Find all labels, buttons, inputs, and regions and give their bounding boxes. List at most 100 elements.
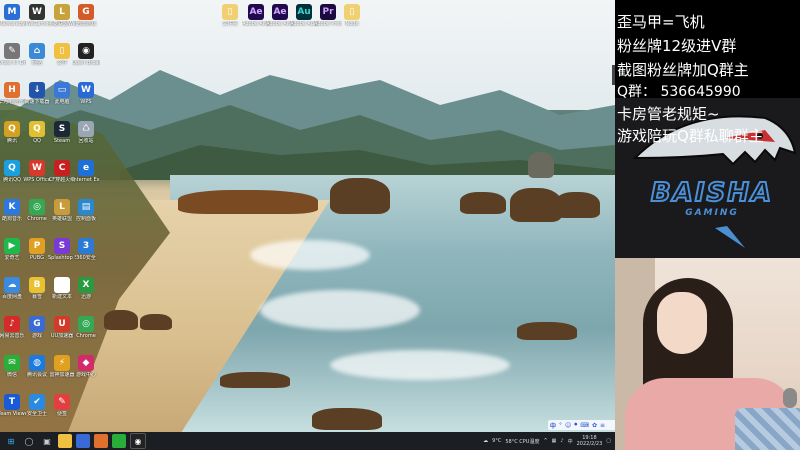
ime-toolbar[interactable]: 中 ° ☺ ⏺ ⌨ ✿ ≡ xyxy=(548,420,615,430)
search-icon[interactable]: ◯ xyxy=(22,434,36,448)
ime-punct-icon[interactable]: ° xyxy=(559,422,562,429)
taskbar-app-icon[interactable] xyxy=(94,434,108,448)
app-icon: ☁ xyxy=(4,277,20,293)
desktop-icon[interactable]: ▯ 文件夹 xyxy=(217,4,243,27)
desktop-icon[interactable]: W WeGame xyxy=(24,4,50,27)
desktop-icon[interactable]: MMalwarebytes xyxy=(0,4,26,27)
file-explorer-icon[interactable] xyxy=(58,434,72,448)
ime-emoji-icon[interactable]: ☺ xyxy=(565,422,571,429)
desktop-icon[interactable]: Q 腾讯QQ xyxy=(0,160,25,183)
desktop-icon[interactable]: P PUBG xyxy=(24,238,50,261)
app-icon: ✎ xyxy=(54,394,70,410)
ime-skin-icon[interactable]: ✿ xyxy=(592,422,597,429)
app-icon: ✔ xyxy=(29,394,45,410)
desktop-icon-label: 游戏 xyxy=(31,333,42,339)
rock xyxy=(104,310,138,330)
app-icon: ✎ xyxy=(4,43,20,59)
desktop-icon-label: 迅游 xyxy=(80,294,91,300)
app-icon: G xyxy=(29,316,45,332)
desktop-icon[interactable]: ✎ 便签 xyxy=(49,394,75,417)
clock-date: 2022/2/23 xyxy=(576,441,603,447)
tray-chevron-icon[interactable]: ^ xyxy=(543,438,547,444)
desktop-icon[interactable]: ▶ 爱奇艺 xyxy=(0,238,25,261)
overlay-line: 卡房管老规矩~ xyxy=(617,105,720,123)
wave-foam xyxy=(260,290,420,330)
logo-subtitle: GAMING xyxy=(685,208,739,218)
app-icon: U xyxy=(54,316,70,332)
desktop-icon-label: 高速下载器 xyxy=(24,99,50,105)
obs-icon[interactable]: ◉ xyxy=(130,433,146,449)
desktop-icon[interactable]: ◉Open Broadcaster xyxy=(72,43,100,66)
desktop-icon[interactable]: H 华为电脑管家 xyxy=(0,82,26,105)
desktop-icon[interactable]: ☁ 百度网盘 xyxy=(0,277,25,300)
desktop-icon[interactable]: W WPS xyxy=(73,82,99,105)
desktop-icon[interactable]: ♪ 网易云音乐 xyxy=(0,316,25,339)
desktop-icon[interactable]: Q QQ xyxy=(24,121,50,144)
network-icon[interactable]: ▦ xyxy=(552,438,557,444)
cpu-temp[interactable]: 58°C CPU温度 xyxy=(505,438,539,445)
desktop-icon-label: 暴雪 xyxy=(31,294,42,300)
app-icon: Pr xyxy=(320,4,336,20)
desktop-icon-label: PUBG xyxy=(30,255,44,261)
rock xyxy=(460,192,506,214)
ime-tray-label[interactable]: 中 xyxy=(568,438,573,445)
desktop-icon[interactable]: ◎ Chrome xyxy=(73,316,99,339)
app-icon: Au xyxy=(296,4,312,20)
notification-icon[interactable]: ▢ xyxy=(606,438,611,444)
app-icon: Ae xyxy=(248,4,264,20)
start-button[interactable]: ⊞ xyxy=(4,434,18,448)
desktop-icon[interactable]: ♺ 回收站 xyxy=(73,121,99,144)
overlay-line: 截图粉丝牌加Q群主 xyxy=(617,61,749,79)
volume-icon[interactable]: ♪ xyxy=(560,438,563,444)
app-icon: ◉ xyxy=(78,43,94,59)
desktop-icon[interactable]: K 酷狗音乐 xyxy=(0,199,25,222)
wave-foam xyxy=(330,350,510,380)
desktop-icon[interactable]: ◍ 腾讯会议 xyxy=(24,355,50,378)
taskbar-app-icon[interactable] xyxy=(112,434,126,448)
desktop-icon-label: WeGame xyxy=(25,21,49,27)
desktop-icon[interactable]: X 迅游 xyxy=(73,277,99,300)
weather-temp[interactable]: 9°C xyxy=(492,438,501,444)
desktop-icon[interactable]: TTeam Viewer xyxy=(0,394,26,417)
desktop-icon[interactable]: eInternet Explorer xyxy=(72,160,100,183)
app-icon: Q xyxy=(4,160,20,176)
desktop-icon[interactable]: W WPS Office xyxy=(23,160,51,183)
desktop-icon[interactable]: ✔ 安全卫士 xyxy=(24,394,50,417)
weather-icon[interactable]: ☁ xyxy=(483,438,488,444)
app-icon: ♺ xyxy=(78,121,94,137)
ime-mode-label[interactable]: 中 xyxy=(550,421,556,430)
desktop-icon-label: 控制面板 xyxy=(75,216,96,222)
desktop-icon-label: Open Broadcaster xyxy=(72,60,100,66)
desktop-icon[interactable]: G 迅雷游戏 xyxy=(73,4,99,27)
desktop-icon-label: Node xyxy=(345,21,359,27)
plaid-cushion xyxy=(735,408,800,450)
taskbar-app-icon[interactable] xyxy=(76,434,90,448)
desktop-icon-label: 文件夹 xyxy=(222,21,238,27)
desktop-icon[interactable]: 3 360安全 xyxy=(73,238,99,261)
desktop-icon[interactable]: ◎ Chrome xyxy=(24,199,50,222)
desktop-icon[interactable]: Q 腾讯 xyxy=(0,121,25,144)
desktop-icon[interactable]: ✎Draw it! Driver xyxy=(0,43,26,66)
team-logo: BAISHA GAMING 卡房管老规矩~ 游戏陪玩Q群私聊群主 xyxy=(615,98,800,258)
app-icon: 3 xyxy=(78,238,94,254)
logo-title: BAISHA xyxy=(650,177,774,209)
task-view-icon[interactable]: ▣ xyxy=(40,434,54,448)
desktop-icon[interactable]: ↓ 高速下载器 xyxy=(24,82,50,105)
desktop-icon-label: 360安全 xyxy=(76,255,96,261)
ime-menu-icon[interactable]: ≡ xyxy=(600,422,605,429)
desktop-icon[interactable]: ✉ 微信 xyxy=(0,355,25,378)
desktop-icon[interactable]: ◆ 游戏中心 xyxy=(73,355,99,378)
clock[interactable]: 19:18 2022/2/23 xyxy=(577,435,603,447)
desktop-icon-label: 回收站 xyxy=(78,138,94,144)
app-icon: G xyxy=(78,4,94,20)
desktop-icon[interactable]: G 游戏 xyxy=(24,316,50,339)
desktop-icon[interactable]: ▯ Node xyxy=(339,4,365,27)
app-icon: ▶ xyxy=(4,238,20,254)
desktop-icon-label: Chrome xyxy=(76,333,96,339)
ime-voice-icon[interactable]: ⏺ xyxy=(574,421,577,429)
desktop-icon-label: 便签 xyxy=(56,411,67,417)
ime-keyboard-icon[interactable]: ⌨ xyxy=(580,422,589,429)
desktop-icon[interactable]: ▤ 控制面板 xyxy=(73,199,99,222)
desktop-icon[interactable]: ⌂ 网络 xyxy=(24,43,50,66)
desktop-icon[interactable]: B 暴雪 xyxy=(24,277,50,300)
